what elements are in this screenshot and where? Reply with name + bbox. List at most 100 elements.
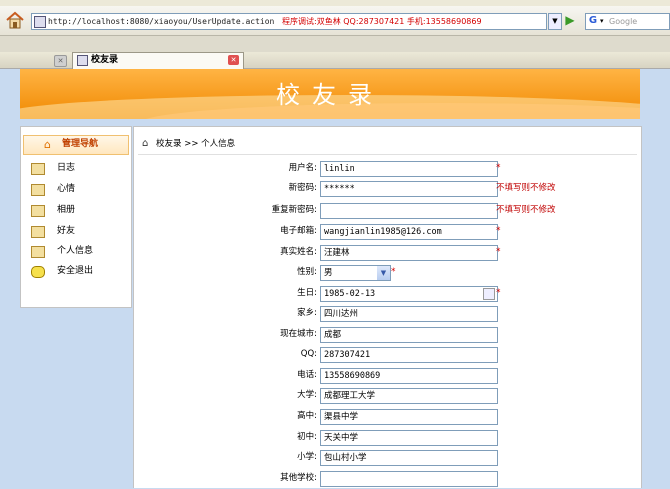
- home-icon: ⌂: [142, 138, 149, 149]
- high-school-input[interactable]: 渠县中学: [320, 409, 498, 425]
- required-mark: *: [496, 163, 501, 173]
- form-row-username: 用户名: linlin *: [134, 159, 641, 179]
- tab-active[interactable]: 校友录 ✕: [72, 52, 244, 69]
- email-input[interactable]: wangjianlin1985@126.com: [320, 224, 498, 240]
- home-icon[interactable]: [4, 9, 26, 31]
- required-mark: *: [496, 247, 501, 257]
- form-row-hometown: 家乡: 四川达州: [134, 304, 641, 324]
- sidebar-item-logout[interactable]: 安全退出: [31, 264, 125, 280]
- high-school-label: 高中:: [297, 411, 317, 421]
- search-engine-dropdown-icon[interactable]: ▾: [600, 14, 604, 29]
- username-label: 用户名:: [288, 163, 317, 173]
- password-hint: 不填写则不修改: [496, 205, 556, 215]
- sidebar-item-label: 日志: [57, 163, 76, 173]
- tab-close-icon[interactable]: ✕: [228, 55, 239, 65]
- form-row-birthday: 生日: 1985-02-13 *: [134, 284, 641, 304]
- phone-label: 电话:: [297, 370, 317, 380]
- sidebar-item-mood[interactable]: 心情: [31, 182, 125, 198]
- sidebar-item-friends[interactable]: 好友: [31, 224, 125, 240]
- real-name-label: 真实姓名:: [280, 247, 317, 257]
- real-name-input[interactable]: 汪建林: [320, 245, 498, 261]
- search-placeholder[interactable]: Google: [609, 14, 637, 29]
- primary-school-label: 小学:: [297, 452, 317, 462]
- close-tabs-icon[interactable]: ✕: [54, 55, 67, 67]
- folder-icon: [31, 184, 45, 196]
- email-label: 电子邮箱:: [280, 226, 317, 236]
- form-row-university: 大学: 成都理工大学: [134, 386, 641, 406]
- sidebar-item-album[interactable]: 相册: [31, 203, 125, 219]
- site-banner: 校友录: [20, 69, 640, 119]
- search-box[interactable]: G ▾ Google: [585, 13, 670, 30]
- university-input[interactable]: 成都理工大学: [320, 388, 498, 404]
- city-input[interactable]: 成都: [320, 327, 498, 343]
- google-icon: G: [588, 15, 598, 26]
- logout-icon: [31, 266, 45, 278]
- university-label: 大学:: [297, 390, 317, 400]
- form-row-phone: 电话: 13558690869: [134, 366, 641, 386]
- form-row-gender: 性别: 男 ▼ *: [134, 263, 641, 283]
- middle-school-input[interactable]: 天关中学: [320, 430, 498, 446]
- form-row-qq: QQ: 287307421: [134, 345, 641, 365]
- page-favicon-icon: [34, 16, 46, 28]
- birthday-input[interactable]: 1985-02-13: [320, 286, 498, 302]
- gender-label: 性别:: [297, 267, 317, 277]
- sidebar-item-profile[interactable]: 个人信息: [31, 244, 125, 260]
- folder-icon: [31, 205, 45, 217]
- divider: [138, 154, 637, 155]
- qq-input[interactable]: 287307421: [320, 347, 498, 363]
- banner-title: 校友录: [276, 81, 384, 109]
- sidebar-item-label: 好友: [57, 226, 76, 236]
- form-row-new-password: 新密码: ****** 不填写则不修改: [134, 179, 641, 199]
- required-mark: *: [496, 288, 501, 298]
- home-icon: ⌂: [44, 138, 51, 151]
- middle-school-label: 初中:: [297, 432, 317, 442]
- address-bar[interactable]: http://localhost:8080/xiaoyou/UserUpdate…: [31, 13, 547, 30]
- password-hint: 不填写则不修改: [496, 183, 556, 193]
- required-mark: *: [496, 226, 501, 236]
- breadcrumb-text: 校友录 >> 个人信息: [156, 139, 236, 149]
- folder-icon: [31, 246, 45, 258]
- username-input[interactable]: linlin: [320, 161, 498, 177]
- form-row-real-name: 真实姓名: 汪建林 *: [134, 243, 641, 263]
- hometown-label: 家乡:: [297, 308, 317, 318]
- browser-toolbar: http://localhost:8080/xiaoyou/UserUpdate…: [0, 6, 670, 36]
- tab-favicon-icon: [77, 55, 88, 66]
- city-label: 现在城市:: [280, 329, 317, 339]
- page-title-text: 程序调试:双鱼林 QQ:287307421 手机:13558690869: [282, 17, 482, 26]
- folder-icon: [31, 226, 45, 238]
- tab-label: 校友录: [91, 55, 119, 65]
- sidebar-item-label: 相册: [57, 205, 76, 215]
- form-row-middle-school: 初中: 天关中学: [134, 428, 641, 448]
- sidebar: ⌂ 管理导航 日志 心情 相册 好友 个人信息 安全退出: [20, 126, 132, 308]
- form-row-other-school: 其他学校:: [134, 469, 641, 489]
- chevron-down-icon[interactable]: ▼: [377, 266, 390, 280]
- phone-input[interactable]: 13558690869: [320, 368, 498, 384]
- sidebar-item-label: 安全退出: [57, 266, 94, 276]
- form-row-primary-school: 小学: 包山村小学: [134, 448, 641, 468]
- new-password-input[interactable]: ******: [320, 181, 498, 197]
- sidebar-title: 管理导航: [62, 139, 99, 149]
- qq-label: QQ:: [300, 349, 317, 359]
- address-dropdown-icon[interactable]: ▼: [548, 13, 562, 30]
- confirm-password-input[interactable]: [320, 203, 498, 219]
- form-row-city: 现在城市: 成都: [134, 325, 641, 345]
- gender-select[interactable]: 男 ▼: [320, 265, 391, 281]
- confirm-password-label: 重复新密码:: [271, 205, 317, 215]
- required-mark: *: [391, 267, 396, 277]
- sidebar-item-label: 心情: [57, 184, 76, 194]
- primary-school-input[interactable]: 包山村小学: [320, 450, 498, 466]
- new-password-label: 新密码:: [288, 183, 317, 193]
- sidebar-item-label: 个人信息: [57, 246, 94, 256]
- calendar-icon[interactable]: [483, 288, 495, 300]
- go-icon[interactable]: ▶: [562, 13, 578, 28]
- other-school-input[interactable]: [320, 471, 498, 487]
- address-url[interactable]: http://localhost:8080/xiaoyou/UserUpdate…: [48, 15, 274, 28]
- sidebar-item-diary[interactable]: 日志: [31, 161, 125, 177]
- form-row-confirm-password: 重复新密码: 不填写则不修改: [134, 201, 641, 221]
- gender-selected-value: 男: [324, 268, 333, 278]
- birthday-value: 1985-02-13: [324, 289, 376, 299]
- form-row-email: 电子邮箱: wangjianlin1985@126.com *: [134, 222, 641, 242]
- main-panel: ⌂ 校友录 >> 个人信息 用户名: linlin * 新密码: ****** …: [133, 126, 642, 488]
- folder-icon: [31, 163, 45, 175]
- hometown-input[interactable]: 四川达州: [320, 306, 498, 322]
